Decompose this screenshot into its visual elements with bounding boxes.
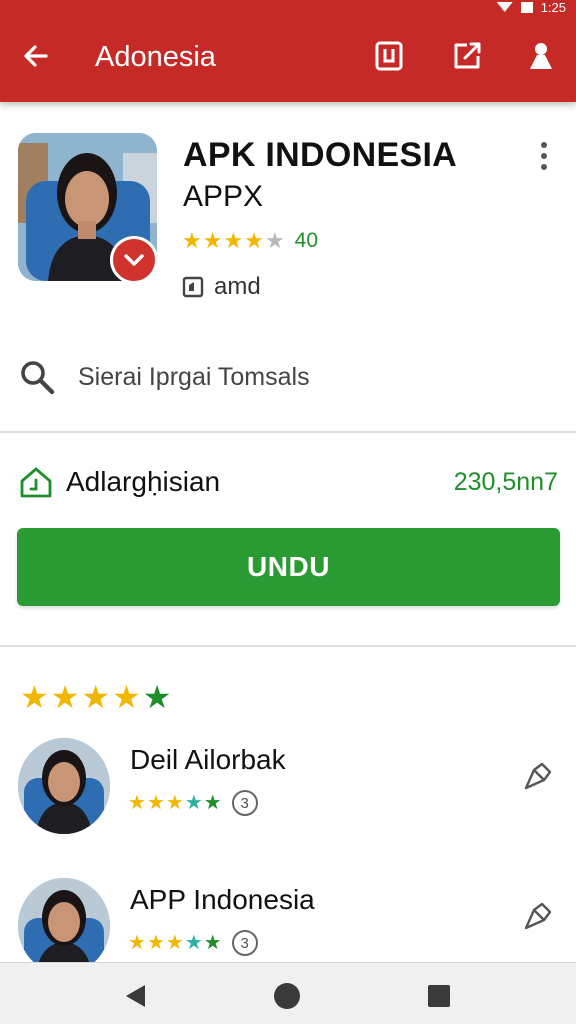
overall-rating-stars: ★ ★ ★ ★ ★	[20, 680, 171, 714]
star-icon: ★	[165, 792, 184, 814]
bookmark-button[interactable]	[372, 38, 406, 74]
star-icon: ★	[244, 228, 264, 253]
reviewer-portrait	[18, 738, 110, 834]
category-label: Adlargḥisian	[66, 466, 221, 497]
star-icon: ★	[142, 679, 172, 715]
arrow-left-icon	[24, 45, 48, 67]
star-icon: ★	[81, 679, 111, 715]
divider	[0, 431, 576, 433]
more-dot-icon	[541, 153, 547, 159]
square-recents-icon	[428, 985, 450, 1007]
wifi-icon	[496, 2, 513, 12]
star-icon: ★	[184, 932, 203, 954]
search-bar[interactable]: Sierai Iprgai Tomsals	[18, 352, 558, 402]
star-icon: ★	[112, 679, 141, 715]
search-icon	[21, 361, 55, 395]
star-icon: ★	[182, 228, 202, 253]
reviewer-avatar	[18, 878, 110, 974]
star-icon: ★	[146, 932, 165, 954]
battery-icon	[520, 1, 533, 13]
report-flag-icon[interactable]	[520, 756, 556, 792]
nav-home-button[interactable]	[272, 981, 302, 1011]
star-icon: ★	[264, 228, 285, 253]
review-count-badge: 3	[231, 930, 258, 956]
share-icon	[454, 42, 481, 69]
app-bar: 1:25 Adonesia	[0, 0, 576, 102]
share-button[interactable]	[450, 38, 484, 74]
reviewer-portrait	[18, 878, 110, 974]
more-dot-icon	[541, 164, 547, 170]
person-icon	[530, 43, 552, 69]
star-icon: ★	[203, 792, 222, 814]
reviewer-name: Deil Ailorbak	[130, 744, 286, 775]
star-icon: ★	[50, 679, 80, 715]
screen: 1:25 Adonesia APK INDONESIA APPX ★ ★ ★ ★…	[0, 0, 576, 1024]
review-rating: ★ ★ ★ ★ ★ 3	[128, 790, 258, 816]
app-rating: ★ ★ ★ ★ ★ 40	[182, 229, 318, 253]
download-button[interactable]: UNDU	[17, 528, 560, 606]
star-icon: ★	[203, 932, 222, 954]
reviewer-name: APP Indonesia	[130, 884, 315, 915]
developer-name: amd	[214, 273, 261, 300]
report-flag-icon[interactable]	[520, 896, 556, 932]
bookmark-icon	[375, 41, 403, 71]
divider	[0, 645, 576, 647]
download-size: 230,5nn7	[453, 467, 558, 496]
star-icon: ★	[223, 228, 244, 253]
home-icon	[20, 467, 52, 498]
more-dot-icon	[541, 142, 547, 148]
review-stars: ★ ★ ★ ★ ★	[128, 932, 222, 954]
review-count-badge: 3	[231, 790, 258, 816]
star-icon: ★	[128, 792, 146, 814]
more-options-button[interactable]	[532, 140, 556, 172]
app-rating-stars: ★ ★ ★ ★ ★	[182, 229, 285, 253]
star-icon: ★	[202, 228, 223, 253]
app-bar-title: Adonesia	[95, 41, 216, 73]
star-icon: ★	[20, 679, 49, 715]
star-icon: ★	[184, 792, 203, 814]
circle-home-icon	[274, 983, 300, 1009]
status-time: 1:25	[540, 0, 566, 15]
category-row: Adlargḥisian 230,5nn7	[18, 462, 558, 502]
search-placeholder: Sierai Iprgai Tomsals	[78, 362, 310, 391]
developer-icon	[182, 276, 204, 298]
system-nav-bar	[0, 962, 576, 1024]
status-bar: 1:25	[496, 0, 566, 15]
star-icon: ★	[128, 932, 146, 954]
back-button[interactable]	[20, 40, 52, 72]
nav-back-button[interactable]	[120, 981, 150, 1011]
verified-badge	[110, 236, 158, 284]
triangle-back-icon	[126, 985, 145, 1007]
nav-recents-button[interactable]	[424, 981, 454, 1011]
review-item: Deil Ailorbak ★ ★ ★ ★ ★ 3	[18, 738, 558, 838]
reviewer-avatar	[18, 738, 110, 834]
app-name: APK INDONESIA	[183, 136, 458, 174]
star-icon: ★	[165, 932, 184, 954]
star-icon: ★	[146, 792, 165, 814]
review-rating: ★ ★ ★ ★ ★ 3	[128, 930, 258, 956]
rating-count: 40	[294, 229, 319, 252]
check-icon	[124, 254, 144, 266]
review-stars: ★ ★ ★ ★ ★	[128, 792, 222, 814]
app-subtitle: APPX	[183, 180, 264, 213]
account-button[interactable]	[524, 38, 558, 74]
developer-row[interactable]: amd	[182, 273, 261, 301]
